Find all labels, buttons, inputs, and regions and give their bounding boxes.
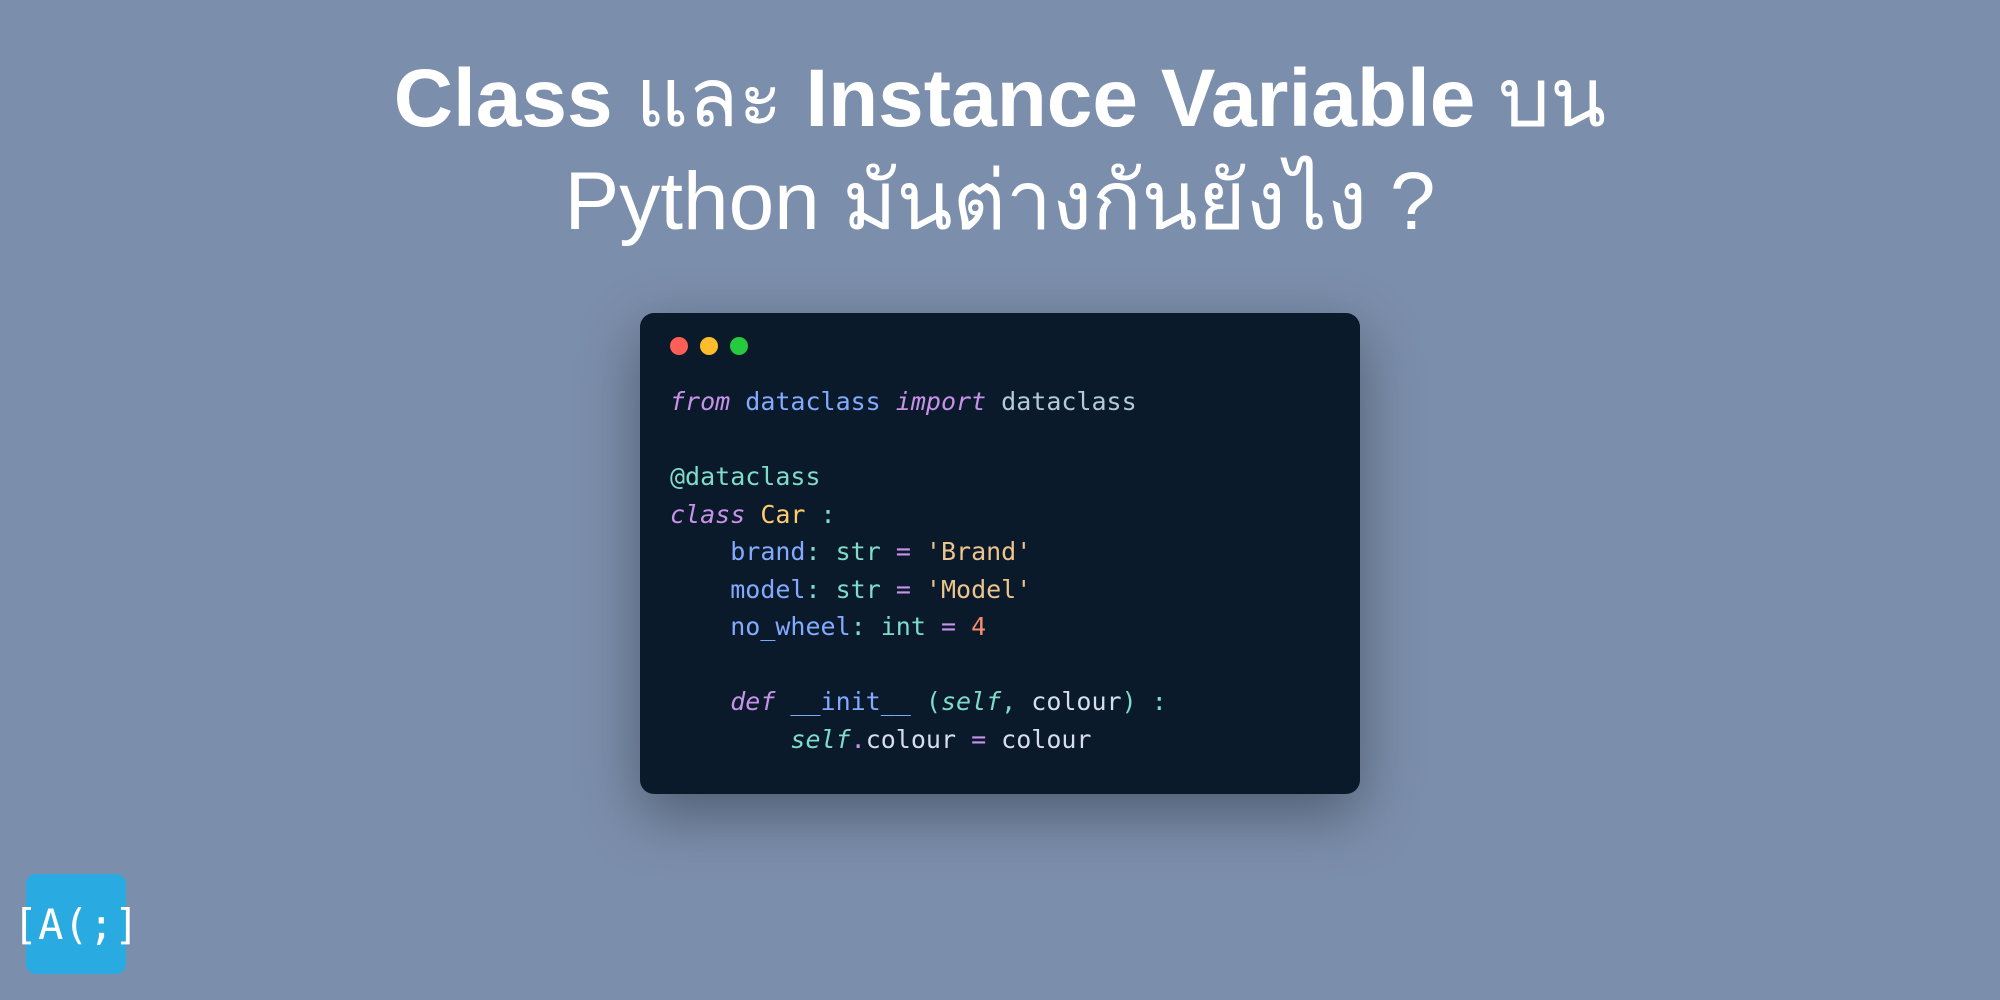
code-window: from dataclass import dataclass @datacla… <box>640 313 1360 794</box>
code-equals: = <box>941 612 956 641</box>
code-keyword-import: import <box>896 387 986 416</box>
code-attr-brand: brand <box>730 537 805 566</box>
code-string-brand: 'Brand' <box>911 537 1031 566</box>
code-indent <box>670 537 730 566</box>
logo-text: [A(;] <box>13 900 139 949</box>
code-decorator: @dataclass <box>670 462 821 491</box>
code-equals: = <box>896 537 911 566</box>
code-dot: . <box>851 725 866 754</box>
code-number-4: 4 <box>956 612 986 641</box>
code-string-model: 'Model' <box>911 575 1031 604</box>
code-self: self <box>941 687 1001 716</box>
code-colon: : <box>805 575 820 604</box>
code-attr-no-wheel: no_wheel <box>730 612 850 641</box>
code-comma: , <box>1001 687 1031 716</box>
code-equals: = <box>896 575 911 604</box>
maximize-icon <box>730 337 748 355</box>
code-colon: : <box>805 537 820 566</box>
code-paren-open: ( <box>926 687 941 716</box>
minimize-icon <box>700 337 718 355</box>
code-colon: : <box>1152 687 1167 716</box>
title-line-1: Class และ Instance Variable บน <box>0 48 2000 151</box>
code-indent <box>670 687 730 716</box>
code-colon: : <box>851 612 866 641</box>
code-keyword-def: def <box>730 687 775 716</box>
code-attr-model: model <box>730 575 805 604</box>
title-text-and: และ <box>613 53 806 144</box>
code-func-init: __init__ <box>775 687 926 716</box>
code-indent <box>670 575 730 604</box>
title-bold-class: Class <box>394 53 613 144</box>
code-indent <box>670 612 730 641</box>
code-module: dataclass <box>730 387 896 416</box>
code-type-int: int <box>866 612 941 641</box>
code-colon: : <box>821 500 836 529</box>
title-bold-instance-variable: Instance Variable <box>805 53 1475 144</box>
code-prop-colour: colour <box>866 725 956 754</box>
code-import-name: dataclass <box>986 387 1137 416</box>
code-equals: = <box>956 725 1001 754</box>
code-keyword-from: from <box>670 387 730 416</box>
traffic-lights <box>670 337 1330 355</box>
close-icon <box>670 337 688 355</box>
code-indent-2 <box>670 725 790 754</box>
code-type-str: str <box>821 575 896 604</box>
code-param-colour: colour <box>1031 687 1121 716</box>
title-line-2: Python มันต่างกันยังไง ? <box>0 151 2000 254</box>
code-val-colour: colour <box>1001 725 1091 754</box>
code-type-str: str <box>821 537 896 566</box>
logo-badge: [A(;] <box>26 874 126 974</box>
code-class-name: Car <box>745 500 820 529</box>
code-paren-close: ) <box>1122 687 1152 716</box>
code-self: self <box>790 725 850 754</box>
code-keyword-class: class <box>670 500 745 529</box>
title-container: Class และ Instance Variable บน Python มั… <box>0 0 2000 253</box>
title-text-on: บน <box>1475 53 1606 144</box>
code-content: from dataclass import dataclass @datacla… <box>670 383 1330 758</box>
